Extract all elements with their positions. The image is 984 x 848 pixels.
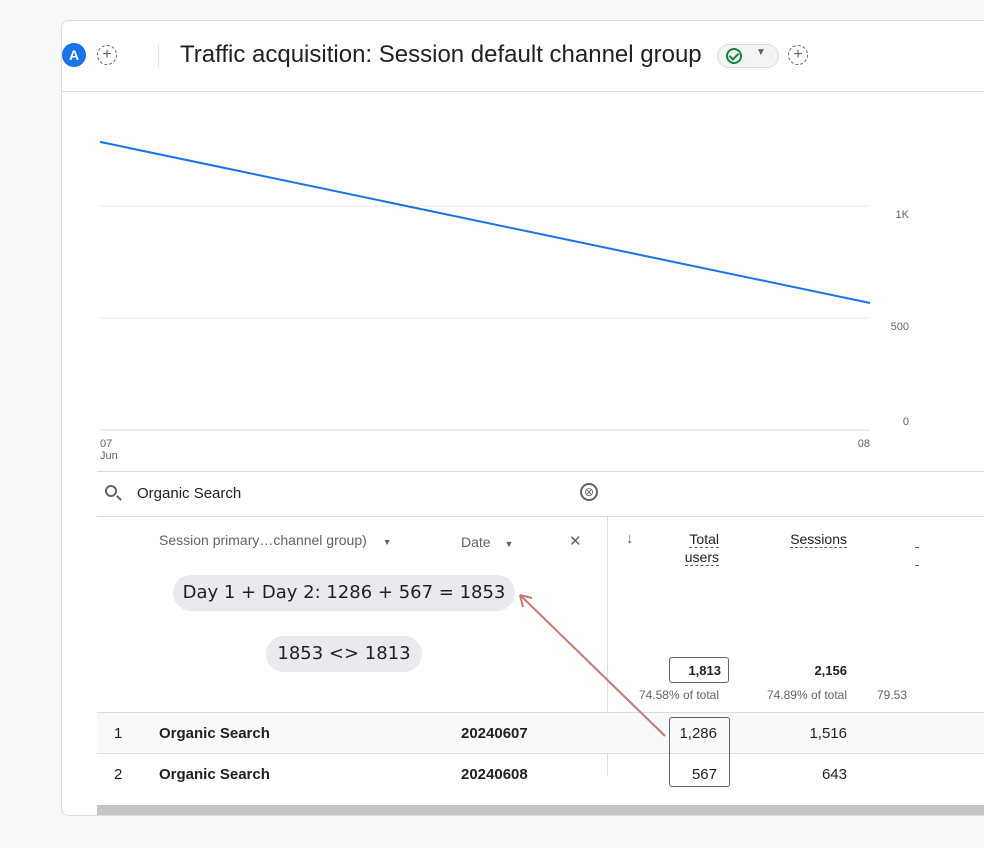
x-tick-07: 07 — [100, 438, 112, 450]
series-line — [99, 140, 871, 304]
x-tick-jun: Jun — [100, 450, 118, 462]
add-comparison-button[interactable]: + — [97, 45, 117, 65]
remove-dimension-icon[interactable]: ✕ — [569, 532, 582, 550]
sort-arrow-icon[interactable]: ↓ — [626, 530, 634, 547]
caret-down-icon: ▼ — [504, 539, 514, 549]
horizontal-scrollbar[interactable] — [97, 805, 984, 815]
metric-header-total-users[interactable]: Total users — [653, 530, 719, 566]
metric-header-line2: users — [684, 549, 719, 566]
row-index: 2 — [114, 766, 123, 783]
row-date: 20240608 — [461, 766, 528, 783]
metric-header-truncated[interactable] — [909, 530, 919, 566]
total-sessions-value: 2,156 — [814, 663, 847, 678]
data-table: Session primary…channel group) ▼ Date ▼ … — [97, 516, 984, 787]
dimension-header-date[interactable]: Date ▼ — [461, 534, 513, 550]
caret-down-icon: ▼ — [382, 537, 392, 547]
table-search-row: Organic Search ⊗ — [97, 471, 984, 517]
row-sessions: 1,516 — [809, 725, 847, 742]
metric-header-line1: Total — [689, 531, 719, 548]
search-icon — [105, 485, 117, 497]
row-date: 20240607 — [461, 725, 528, 742]
table-row[interactable]: 1 Organic Search 20240607 1,286 1,516 — [97, 712, 984, 753]
row-channel: Organic Search — [159, 725, 270, 742]
dimension-header-channel[interactable]: Session primary…channel group) ▼ — [159, 532, 392, 548]
row-users-highlight — [669, 717, 730, 787]
y-tick-1k: 1K — [896, 209, 910, 221]
sum-annotation: Day 1 + Day 2: 1286 + 567 = 1853 — [173, 575, 515, 611]
search-input[interactable]: Organic Search — [137, 485, 241, 502]
total-sessions-percent: 74.89% of total — [766, 688, 847, 702]
header-divider — [158, 45, 159, 67]
page-title: Traffic acquisition: Session default cha… — [180, 41, 702, 68]
dimension-header-label: Session primary…channel group) — [159, 532, 367, 548]
y-tick-500: 500 — [891, 321, 909, 333]
report-card: A + Traffic acquisition: Session default… — [61, 20, 984, 816]
add-report-button[interactable]: + — [788, 45, 808, 65]
caret-down-icon: ▼ — [756, 47, 766, 58]
line-chart: 1K 500 0 07 Jun 08 — [99, 140, 910, 462]
report-status-dropdown[interactable]: ▼ — [717, 44, 779, 68]
row-index: 1 — [114, 725, 123, 742]
table-row[interactable]: 2 Organic Search 20240608 567 643 — [97, 753, 984, 794]
report-header: A + Traffic acquisition: Session default… — [62, 21, 984, 92]
y-tick-0: 0 — [903, 416, 909, 428]
clear-search-icon[interactable]: ⊗ — [580, 483, 598, 501]
metric-header-sessions[interactable]: Sessions — [759, 530, 847, 548]
row-channel: Organic Search — [159, 766, 270, 783]
total-users-value: 1,813 — [688, 663, 721, 678]
total-users-percent: 74.58% of total — [638, 688, 719, 702]
row-sessions: 643 — [821, 766, 847, 783]
comparison-annotation: 1853 <> 1813 — [266, 636, 422, 672]
comparison-avatar[interactable]: A — [62, 43, 86, 67]
check-circle-icon — [726, 48, 742, 64]
dimension-header-date-label: Date — [461, 534, 491, 550]
total-third-percent: 79.53 — [877, 688, 908, 702]
x-tick-08: 08 — [858, 438, 870, 450]
metric-header-sessions-label: Sessions — [790, 531, 847, 548]
